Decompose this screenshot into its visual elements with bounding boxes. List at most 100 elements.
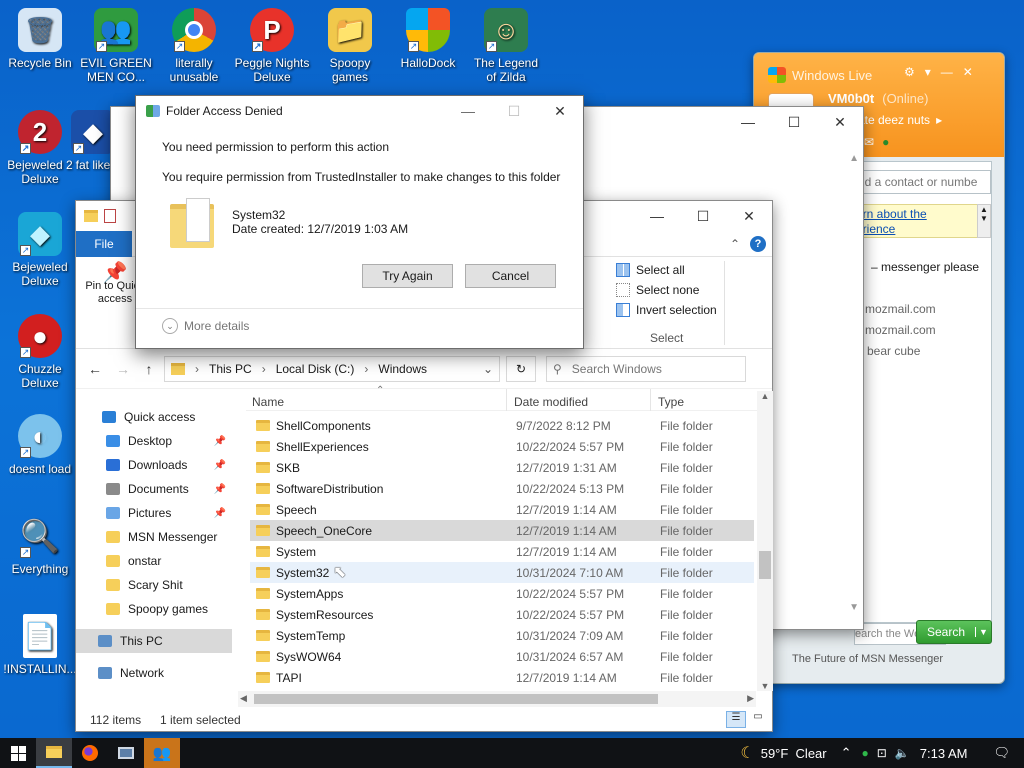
desktop-icon-bejeweled-2[interactable]: 2 ↗ Bejeweled 2 Deluxe (2, 110, 78, 186)
table-row[interactable]: System 12/7/2019 1:14 AM File folder (250, 541, 754, 562)
mail-icon[interactable]: ✉ (864, 135, 874, 149)
select-all-button[interactable]: Select all (616, 263, 717, 277)
contact-item[interactable]: bear cube (867, 344, 920, 358)
desktop-icon-hallodock[interactable]: ↗ HalloDock (390, 8, 466, 70)
select-none-button[interactable]: Select none (616, 283, 717, 297)
nav-item-this-pc[interactable]: This PC (76, 629, 232, 653)
tab-file[interactable]: File (76, 230, 132, 257)
address-dropdown-icon[interactable]: ⌄ (483, 362, 493, 376)
column-name[interactable]: Name (252, 395, 284, 409)
nav-item-onstar[interactable]: onstar (76, 549, 232, 573)
menu-chevron-icon[interactable]: ▾ (925, 65, 931, 79)
contact-item[interactable]: mozmail.com (865, 302, 936, 316)
table-row[interactable]: Speech_OneCore 12/7/2019 1:14 AM File fold… (250, 520, 754, 541)
minimize-icon[interactable]: — (941, 65, 953, 79)
search-box[interactable]: ⚲ Search Windows (546, 355, 746, 382)
start-button[interactable] (0, 738, 36, 768)
table-row[interactable]: System32 10/31/2024 7:10 AM File folder (250, 562, 754, 583)
nav-item-scary-shit[interactable]: Scary Shit (76, 573, 232, 597)
scroll-down-icon[interactable]: ▼ (757, 681, 773, 691)
desktop-icon-legend-of-zilda[interactable]: ☺ ↗ The Legend of Zilda (468, 8, 544, 84)
table-row[interactable]: TAPI 12/7/2019 1:14 AM File folder (250, 667, 754, 688)
ribbon-collapse-icon[interactable]: ⌃ (730, 237, 740, 251)
minimize-icon[interactable]: — (445, 96, 491, 126)
close-icon[interactable]: ✕ (726, 201, 772, 231)
breadcrumb-local-disk[interactable]: Local Disk (C:) (276, 362, 355, 376)
contact-group-header[interactable]: – messenger please (871, 260, 979, 274)
table-row[interactable]: ShellExperiences 10/22/2024 5:57 PM File f… (250, 436, 754, 457)
more-details-toggle[interactable]: ⌄ More details (162, 318, 249, 334)
hscrollbar-thumb[interactable] (254, 694, 658, 704)
scroll-down-icon[interactable]: ▼ (849, 602, 859, 613)
network-icon[interactable]: ⊡ (877, 746, 887, 760)
msn-tray-icon[interactable]: ● (862, 746, 869, 760)
refresh-button[interactable]: ↻ (506, 355, 536, 382)
desktop-icon-recycle-bin[interactable]: 🗑 Recycle Bin (2, 8, 78, 70)
column-type[interactable]: Type (658, 395, 684, 409)
minimize-icon[interactable]: — (725, 107, 771, 137)
taskbar-firefox[interactable] (72, 738, 108, 768)
scrollbar-thumb[interactable] (759, 551, 771, 579)
taskbar-msn-messenger[interactable]: 👥 (144, 738, 180, 768)
options-icon[interactable]: ⚙ (904, 65, 915, 79)
horizontal-scrollbar[interactable]: ◀ ▶ (238, 691, 756, 707)
clock-time[interactable]: 7:13 AM (920, 746, 968, 761)
desktop-icon-chuzzle[interactable]: ● ↗ Chuzzle Deluxe (2, 314, 78, 390)
cancel-button[interactable]: Cancel (465, 264, 556, 288)
maximize-icon[interactable]: ☐ (680, 201, 726, 231)
details-view-icon[interactable]: ☰ (726, 711, 746, 728)
desktop-icon-everything[interactable]: 🔍 ↗ Everything (2, 514, 78, 576)
table-row[interactable]: SKB 12/7/2019 1:31 AM File folder (250, 457, 754, 478)
maximize-icon[interactable]: ☐ (771, 107, 817, 137)
desktop-icon-literally-unusable[interactable]: ↗ literally unusable (156, 8, 232, 84)
column-date-modified[interactable]: Date modified (514, 395, 588, 409)
large-icons-view-icon[interactable]: ▭ (748, 711, 768, 728)
xbox-icon[interactable]: ● (882, 135, 889, 149)
weather-text[interactable]: 59°F Clear (761, 746, 827, 761)
table-row[interactable]: SystemApps 10/22/2024 5:57 PM File folder (250, 583, 754, 604)
scroll-up-icon[interactable]: ▲ (757, 391, 773, 401)
contact-search-input[interactable]: nd a contact or numbe (855, 170, 991, 194)
nav-item-downloads[interactable]: Downloads 📌 (76, 453, 232, 477)
maximize-icon[interactable]: ☐ (491, 96, 537, 126)
table-row[interactable]: ShellComponents 9/7/2022 8:12 PM File fold… (250, 415, 754, 436)
table-row[interactable]: SoftwareDistribution 10/22/2024 5:13 PM Fi… (250, 478, 754, 499)
nav-item-pictures[interactable]: Pictures 📌 (76, 501, 232, 525)
search-dropdown-icon[interactable]: ▼ (975, 627, 991, 637)
vertical-scrollbar[interactable]: ▲ ▼ (757, 391, 773, 691)
personal-message[interactable]: rate deez nuts (854, 113, 930, 127)
desktop-icon-doesnt-load[interactable]: ◐ ↗ doesnt load (2, 414, 78, 476)
close-icon[interactable]: ✕ (963, 65, 973, 79)
nav-item-spoopy-games[interactable]: Spoopy games (76, 597, 232, 621)
volume-icon[interactable]: 🔈 (895, 746, 910, 760)
help-icon[interactable]: ? (750, 235, 766, 252)
nav-item-network[interactable]: Network (76, 661, 232, 685)
close-icon[interactable]: ✕ (817, 107, 863, 137)
table-row[interactable]: SystemResources 10/22/2024 5:57 PM File fo… (250, 604, 754, 625)
contact-item[interactable]: mozmail.com (865, 323, 936, 337)
scroll-right-icon[interactable]: ▶ (747, 693, 754, 704)
invert-selection-button[interactable]: Invert selection (616, 303, 717, 317)
search-button[interactable]: Search ▼ (916, 620, 992, 644)
nav-item-msn-messenger[interactable]: MSN Messenger (76, 525, 232, 549)
try-again-button[interactable]: Try Again (362, 264, 453, 288)
taskbar-file-explorer[interactable] (36, 738, 72, 768)
back-arrow-icon[interactable]: ← (84, 361, 106, 377)
table-row[interactable]: SysWOW64 10/31/2024 6:57 AM File folder (250, 646, 754, 667)
minimize-icon[interactable]: — (634, 201, 680, 231)
nav-item-quick-access[interactable]: Quick access (76, 405, 232, 429)
show-hidden-icons-chevron-icon[interactable]: ⌃ (841, 745, 852, 761)
desktop-icon-peggle-nights[interactable]: P ↗ Peggle Nights Deluxe (234, 8, 310, 84)
notifications-icon[interactable]: 🗨 (993, 745, 1010, 761)
desktop-icon-evil-green-men[interactable]: 👥 ↗ EVIL GREEN MEN CO... (78, 8, 154, 84)
table-row[interactable]: SystemTemp 10/31/2024 7:09 AM File folder (250, 625, 754, 646)
nav-item-documents[interactable]: Documents 📌 (76, 477, 232, 501)
quick-access-properties-icon[interactable] (104, 209, 116, 223)
info-scrollbar[interactable]: ▲ ▼ (977, 204, 991, 238)
breadcrumb-windows[interactable]: Windows (378, 362, 427, 376)
desktop-icon-spoopy-games[interactable]: 📁 Spoopy games (312, 8, 388, 84)
scroll-left-icon[interactable]: ◀ (240, 693, 247, 704)
up-arrow-icon[interactable]: ↑ (140, 361, 158, 377)
folder-access-denied-dialog[interactable]: Folder Access Denied — ☐ ✕ You need perm… (135, 95, 584, 349)
desktop-icon-bejeweled-deluxe[interactable]: ◆ ↗ Bejeweled Deluxe (2, 212, 78, 288)
